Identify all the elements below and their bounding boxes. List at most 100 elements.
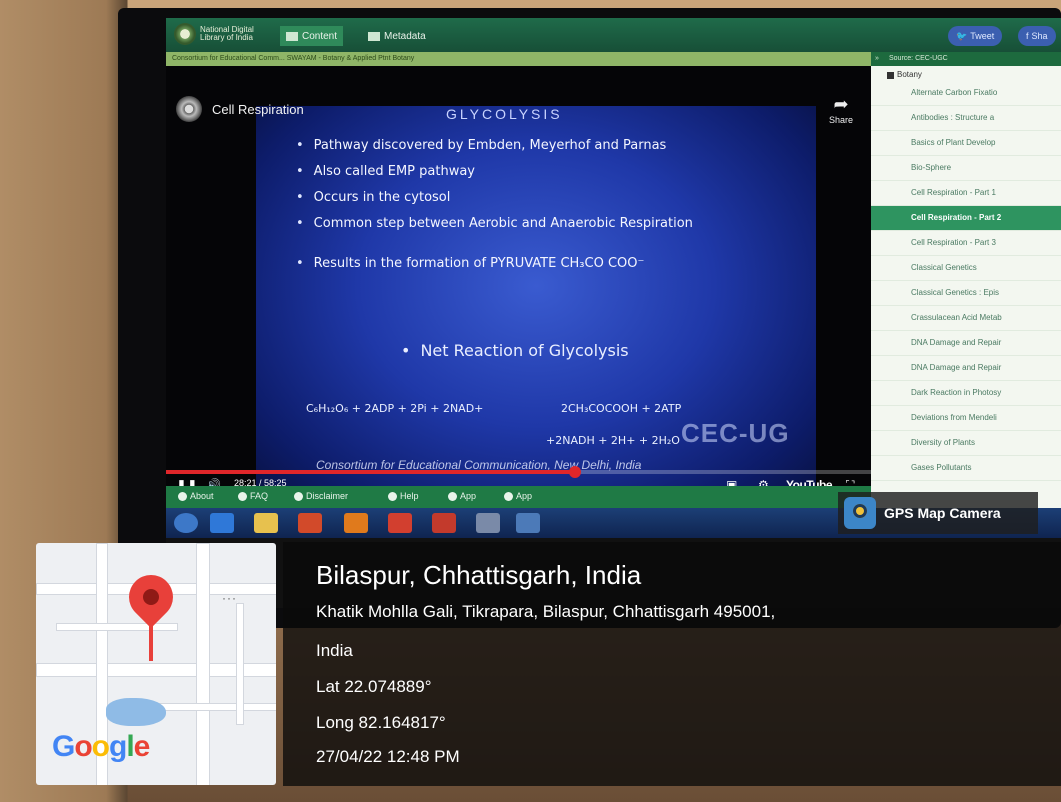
sidebar-item[interactable]: DNA Damage and Repair — [871, 356, 1061, 381]
ndli-logo-icon — [174, 23, 196, 45]
video-progress-bar[interactable] — [166, 466, 871, 478]
sidebar-item[interactable]: Cell Respiration - Part 3 — [871, 231, 1061, 256]
tab-content[interactable]: Content — [280, 26, 344, 46]
twitter-icon: 🐦 — [956, 30, 968, 41]
footer-android-app[interactable]: App — [448, 491, 476, 501]
location-pin-icon — [119, 565, 183, 629]
gps-app-badge: GPS Map Camera — [838, 492, 1038, 534]
folder-icon[interactable] — [254, 513, 278, 533]
sidebar-item[interactable]: Deviations from Mendeli — [871, 406, 1061, 431]
volume-icon[interactable]: 🔊 — [206, 478, 221, 486]
slide-heading: GLYCOLYSIS — [446, 106, 563, 122]
gps-app-name: GPS Map Camera — [884, 505, 1001, 521]
faq-icon — [238, 491, 247, 501]
breadcrumb[interactable]: Consortium for Educational Comm... SWAYA… — [166, 52, 872, 66]
map-road — [56, 623, 178, 631]
sidebar-item[interactable]: Antibodies : Structure a — [871, 106, 1061, 131]
media-player-icon[interactable] — [298, 513, 322, 533]
sidebar-source-label: Source: CEC-UGC — [889, 55, 948, 62]
sidebar-item[interactable]: Dark Reaction in Photosy — [871, 381, 1061, 406]
android-icon — [448, 491, 457, 501]
footer-link-label: App — [460, 491, 477, 501]
captions-icon[interactable]: ▣ — [726, 478, 737, 486]
sidebar-root-folder[interactable]: Botany — [871, 66, 1061, 81]
timestamp: 27/04/22 12:48 PM — [316, 747, 460, 766]
google-logo: Google — [52, 730, 150, 763]
slide-bullet: Results in the formation of PYRUVATE CH₃… — [296, 256, 645, 271]
site-footer: About FAQ Disclaimer Help App App — [166, 486, 871, 508]
firefox-icon[interactable] — [344, 513, 368, 533]
app-icon[interactable] — [476, 513, 500, 533]
facebook-share-button[interactable]: f Sha — [1018, 26, 1056, 46]
video-title-bar: Cell Respiration — [176, 96, 304, 122]
sidebar-item[interactable]: Basics of Plant Develop — [871, 131, 1061, 156]
settings-gear-icon[interactable]: ⚙ — [758, 478, 769, 486]
apple-icon — [504, 491, 513, 501]
content-sidebar: » Source: CEC-UGC Botany Alternate Carbo… — [871, 52, 1061, 532]
map-road — [196, 543, 210, 785]
internet-explorer-icon[interactable] — [210, 513, 234, 533]
sidebar-item[interactable]: Diversity of Plants — [871, 431, 1061, 456]
facebook-icon: f — [1026, 31, 1029, 41]
footer-ios-app[interactable]: App — [504, 491, 532, 501]
footer-link-label: Help — [400, 491, 419, 501]
video-player[interactable]: Cell Respiration ➦ Share GLYCOLYSIS Path… — [166, 66, 871, 486]
sidebar-source: » Source: CEC-UGC — [871, 52, 1061, 66]
more-icon: ··· — [222, 591, 237, 605]
footer-link-label: App — [516, 491, 533, 501]
equation-products-2: +2NADH + 2H+ + 2H₂O — [546, 434, 680, 447]
video-title: Cell Respiration — [212, 101, 304, 117]
chevron-right-icon[interactable]: » — [875, 52, 879, 66]
address-line-1: Khatik Mohlla Gali, Tikrapara, Bilaspur,… — [316, 602, 776, 621]
footer-faq[interactable]: FAQ — [238, 491, 268, 501]
sidebar-item[interactable]: Cell Respiration - Part 1 — [871, 181, 1061, 206]
map-road — [236, 603, 244, 725]
video-time: 28:21 / 58:25 — [234, 478, 287, 486]
tab-metadata-label: Metadata — [384, 30, 426, 42]
latitude: Lat 22.074889° — [316, 677, 432, 696]
disclaimer-icon — [294, 491, 303, 501]
longitude: Long 82.164817° — [316, 713, 446, 732]
metadata-icon — [368, 31, 380, 41]
sidebar-item[interactable]: Cell Respiration - Part 2 — [871, 206, 1061, 231]
footer-link-label: About — [190, 491, 214, 501]
sidebar-item[interactable]: Bio-Sphere — [871, 156, 1061, 181]
tweet-button[interactable]: 🐦 Tweet — [948, 26, 1003, 46]
sidebar-item[interactable]: Classical Genetics — [871, 256, 1061, 281]
tweet-label: Tweet — [970, 31, 995, 41]
fullscreen-icon[interactable]: ⛶ — [846, 478, 854, 486]
sidebar-item[interactable]: DNA Damage and Repair — [871, 331, 1061, 356]
tab-content-label: Content — [302, 30, 338, 42]
footer-link-label: FAQ — [250, 491, 269, 501]
sidebar-item[interactable]: Crassulacean Acid Metab — [871, 306, 1061, 331]
video-progress-fill — [166, 470, 575, 474]
app-icon[interactable] — [516, 513, 540, 533]
sidebar-item[interactable]: Classical Genetics : Epis — [871, 281, 1061, 306]
equation-products-1: 2CH₃COCOOH + 2ATP — [561, 402, 682, 415]
video-controls: ❚❚ 🔊 28:21 / 58:25 ▣ ⚙ YouTube ⛶ — [166, 476, 871, 486]
slide-bullet: Occurs in the cytosol — [296, 190, 451, 205]
map-water-body — [106, 698, 166, 726]
location-city: Bilaspur, Chhattisgarh, India — [316, 560, 642, 590]
chrome-icon[interactable] — [388, 513, 412, 533]
share-arrow-icon: ➦ — [833, 94, 849, 114]
film-reel-icon — [176, 96, 202, 122]
slide-subheading: Net Reaction of Glycolysis — [401, 341, 628, 360]
channel-watermark: CEC-UG — [681, 418, 790, 448]
powerpoint-icon[interactable] — [432, 513, 456, 533]
tab-metadata[interactable]: Metadata — [362, 26, 432, 46]
pause-icon[interactable]: ❚❚ — [176, 478, 198, 486]
sidebar-item[interactable]: Alternate Carbon Fixatio — [871, 81, 1061, 106]
footer-help[interactable]: Help — [388, 491, 419, 501]
ndli-logo-text: National Digital Library of India — [200, 25, 254, 42]
video-share-button[interactable]: ➦ Share — [829, 94, 853, 125]
footer-disclaimer[interactable]: Disclaimer — [294, 491, 348, 501]
ndli-logo[interactable]: National Digital Library of India — [174, 23, 274, 45]
location-map: ··· Google — [36, 543, 276, 785]
facebook-share-label: Sha — [1031, 31, 1048, 41]
start-icon[interactable] — [174, 513, 198, 533]
info-icon — [178, 491, 187, 501]
youtube-logo[interactable]: YouTube — [786, 478, 833, 486]
footer-about[interactable]: About — [178, 491, 214, 501]
sidebar-item[interactable]: Gases Pollutants — [871, 456, 1061, 481]
